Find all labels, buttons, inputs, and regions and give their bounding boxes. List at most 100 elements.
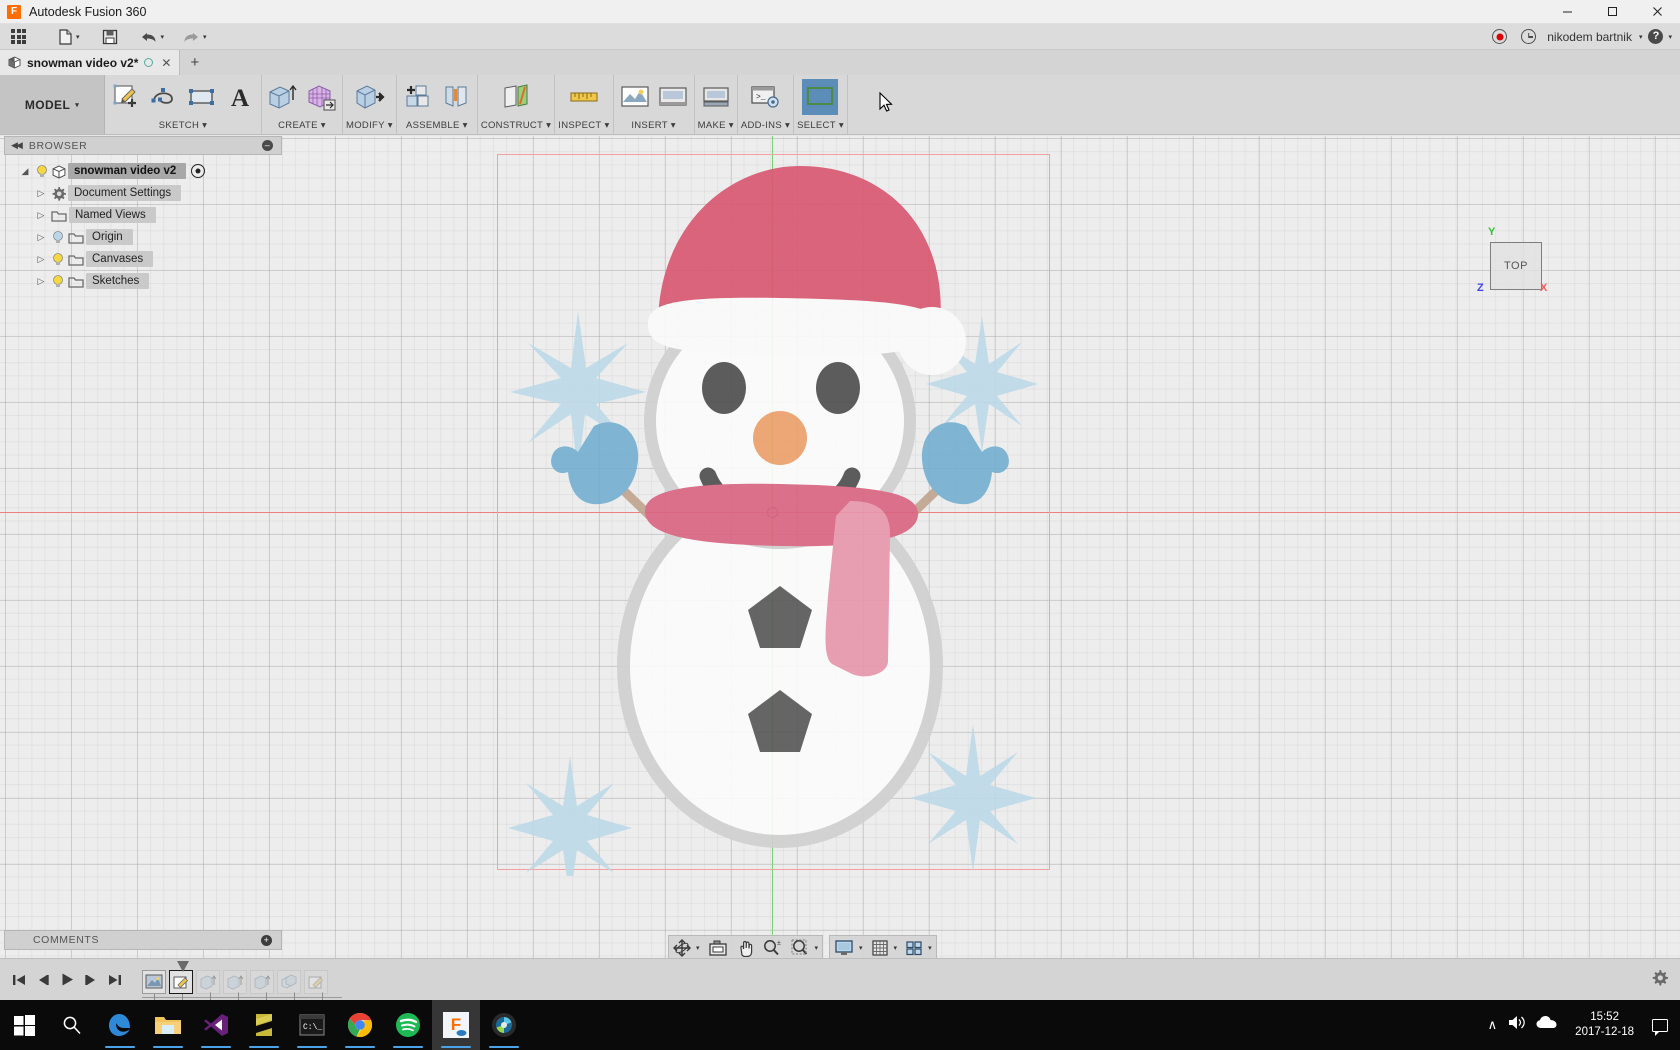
orbit-button[interactable]: ▾ [669,936,704,960]
tree-label-origin[interactable]: Origin [86,229,133,245]
tree-node-named-views[interactable]: ▷ Named Views [18,204,156,226]
tree-node-document-settings[interactable]: ▷ Document Settings [18,182,181,204]
combine-feature-button[interactable] [277,970,301,994]
volume-button[interactable] [1507,1014,1526,1036]
collapse-left-icon[interactable]: ◀◀ [11,140,21,151]
panel-minimize-icon[interactable]: – [262,140,273,151]
select-window-button[interactable] [802,79,838,115]
step-back-button[interactable] [32,968,54,992]
viewport-layout-caret[interactable]: ▾ [928,944,932,952]
play-button[interactable] [56,968,78,992]
display-settings-button[interactable]: ▾ [830,936,867,960]
help-icon[interactable]: ? [1648,29,1663,44]
tree-node-root[interactable]: ◢ snowman video v2 [18,160,205,182]
tree-node-sketches[interactable]: ▷ Sketches [18,270,149,292]
taskbar-fusion360-button[interactable]: F [432,1000,480,1050]
tree-label-document-settings[interactable]: Document Settings [68,185,181,201]
ribbon-group-label-make[interactable]: MAKE ▾ [698,120,734,134]
create-sketch-button[interactable] [108,79,144,115]
undo-button[interactable]: ▾ [135,24,170,50]
ribbon-group-label-sketch[interactable]: SKETCH ▾ [159,120,207,134]
visibility-bulb-icon[interactable] [35,164,49,178]
ribbon-group-label-construct[interactable]: CONSTRUCT ▾ [481,120,551,134]
app-grid-icon[interactable] [6,24,31,50]
spline-button[interactable] [146,79,182,115]
start-button[interactable] [0,1000,48,1050]
ribbon-group-label-select[interactable]: SELECT ▾ [797,120,844,134]
measure-button[interactable] [566,79,602,115]
insert-mcmaster-button[interactable] [617,79,653,115]
redo-button[interactable]: ▾ [177,24,212,50]
view-cube[interactable]: TOP Y X Z [1480,232,1550,302]
ribbon-group-label-insert[interactable]: INSERT ▾ [631,120,676,134]
sketch-feature-button-2[interactable] [304,970,328,994]
sketch-feature-button[interactable] [169,970,193,994]
expand-arrow-icon[interactable]: ▷ [34,232,48,243]
fit-caret[interactable]: ▾ [815,944,819,952]
fit-button[interactable]: ▾ [786,936,823,960]
extrude-feature-button-2[interactable] [223,970,247,994]
view-cube-top-face[interactable]: TOP [1490,242,1542,290]
offset-plane-button[interactable] [498,79,534,115]
add-comment-icon[interactable]: + [261,935,272,946]
timeline-marker-icon[interactable] [177,959,189,977]
show-hidden-icons-button[interactable]: ∧ [1488,1017,1498,1033]
activate-component-icon[interactable] [191,164,205,178]
expand-arrow-icon[interactable]: ▷ [34,210,48,221]
onedrive-button[interactable] [1536,1015,1557,1035]
taskbar-file-explorer-button[interactable] [144,1000,192,1050]
tree-label-sketches[interactable]: Sketches [86,273,149,289]
tree-node-origin[interactable]: ▷ Origin [18,226,133,248]
job-status-clock-icon[interactable] [1521,29,1536,44]
rectangle-button[interactable] [184,79,220,115]
save-button[interactable] [97,24,123,50]
joint-button[interactable] [438,79,474,115]
3d-print-button[interactable] [698,79,734,115]
zoom-button[interactable]: ± [758,936,786,960]
help-caret[interactable]: ▾ [1668,33,1672,41]
maximize-button[interactable] [1590,0,1635,24]
insert-canvas-button[interactable] [655,79,691,115]
ribbon-group-label-assemble[interactable]: ASSEMBLE ▾ [406,120,468,134]
new-tab-button[interactable]: + [180,50,209,75]
taskbar-search-button[interactable] [48,1000,96,1050]
step-forward-button[interactable] [80,968,102,992]
taskbar-photos-button[interactable] [480,1000,528,1050]
viewport-layout-button[interactable]: ▾ [901,936,936,960]
pan-button[interactable] [732,936,758,960]
taskbar-chrome-button[interactable] [336,1000,384,1050]
extrude-button[interactable] [265,79,301,115]
extrude-feature-button-3[interactable] [250,970,274,994]
record-icon[interactable] [1492,29,1507,44]
canvas-feature-button[interactable] [142,970,166,994]
ribbon-group-label-create[interactable]: CREATE ▾ [278,120,326,134]
ribbon-group-label-addins[interactable]: ADD-INS ▾ [741,120,790,134]
expand-arrow-icon[interactable]: ▷ [34,188,48,199]
taskbar-terminal-button[interactable]: C:\_ [288,1000,336,1050]
new-file-button[interactable]: ▾ [53,24,85,50]
tree-label-canvases[interactable]: Canvases [86,251,153,267]
visibility-bulb-icon[interactable] [51,230,65,244]
document-tab[interactable]: snowman video v2* ✕ [0,50,180,75]
tree-node-canvases[interactable]: ▷ Canvases [18,248,153,270]
taskbar-visual-studio-button[interactable] [192,1000,240,1050]
close-button[interactable] [1635,0,1680,24]
text-button[interactable]: A [222,79,258,115]
display-settings-caret[interactable]: ▾ [859,944,863,952]
tree-label-named-views[interactable]: Named Views [69,207,156,223]
grid-snaps-caret[interactable]: ▾ [894,944,898,952]
workspace-switcher[interactable]: MODEL ▾ [0,75,105,134]
visibility-bulb-icon[interactable] [51,252,65,266]
press-pull-button[interactable] [351,79,387,115]
look-at-button[interactable] [704,936,732,960]
comments-panel[interactable]: COMMENTS + [4,930,282,950]
ribbon-group-label-modify[interactable]: MODIFY ▾ [346,120,393,134]
new-component-button[interactable] [400,79,436,115]
orbit-caret[interactable]: ▾ [696,944,700,952]
mesh-insert-button[interactable] [303,79,339,115]
minimize-button[interactable] [1545,0,1590,24]
snowman-canvas-image[interactable] [470,156,1090,876]
expand-arrow-icon[interactable]: ▷ [34,276,48,287]
scripts-addins-button[interactable]: >_ [747,79,783,115]
ribbon-group-label-inspect[interactable]: INSPECT ▾ [558,120,609,134]
